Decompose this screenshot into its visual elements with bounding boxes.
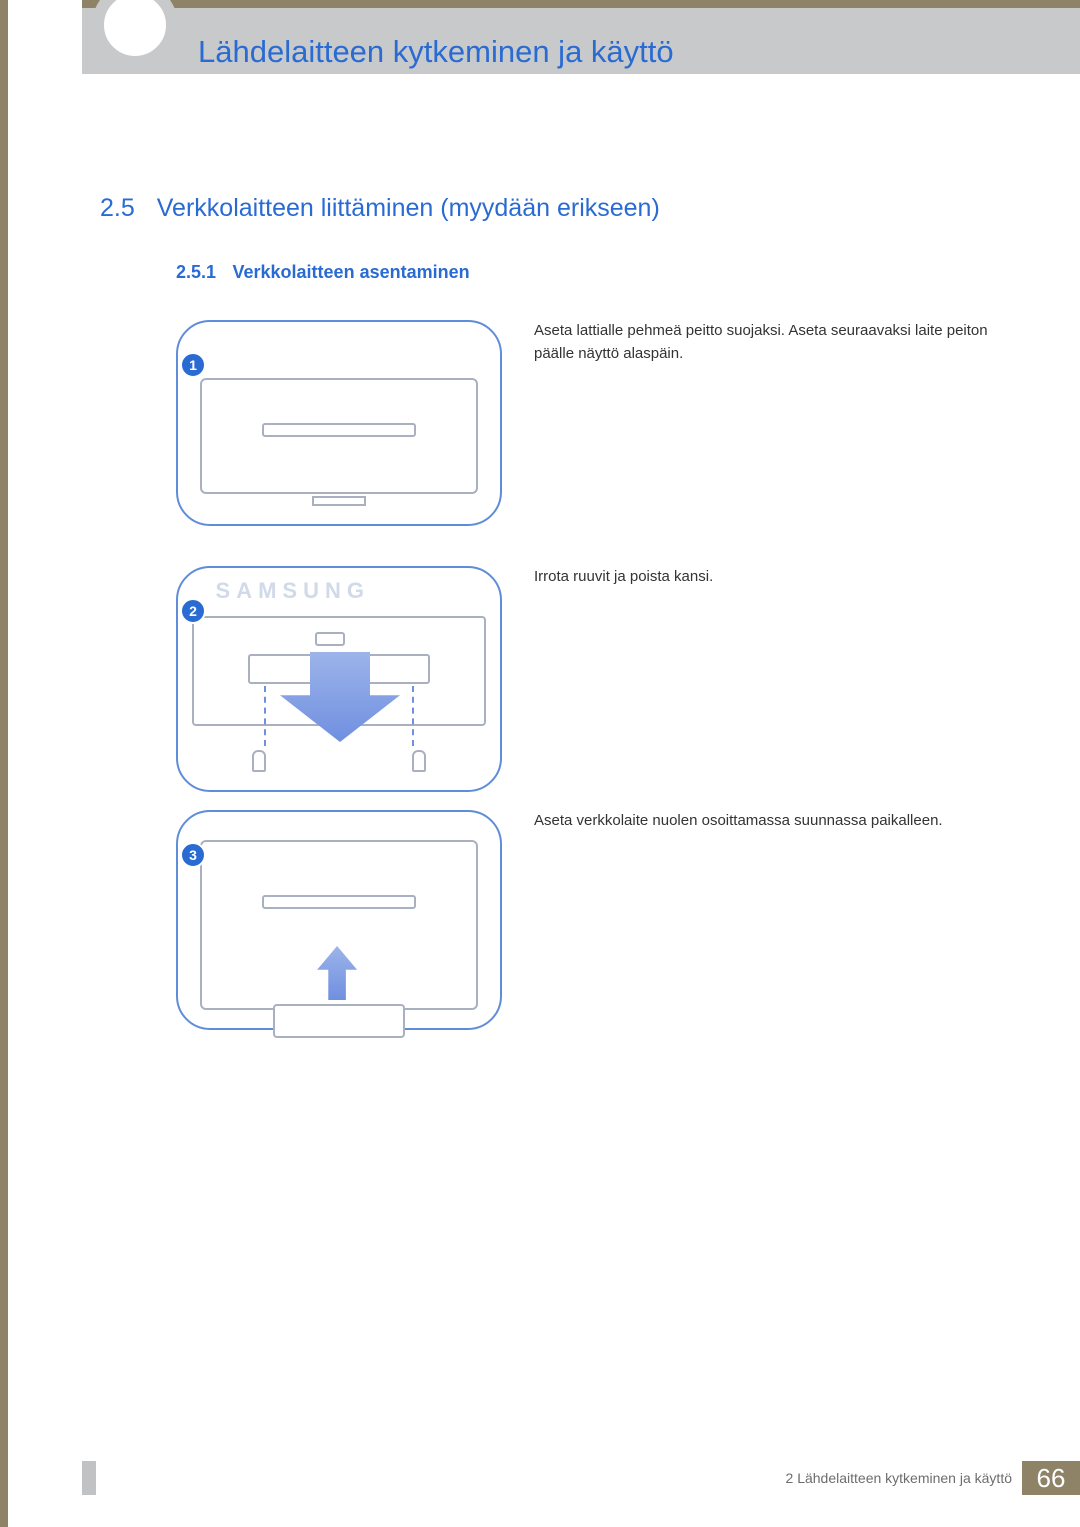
step-3-text: Aseta verkkolaite nuolen osoittamassa su… [534,810,1014,1030]
edge-left-strip [0,0,8,1527]
step-2-figure: 2 SAMSUNG [176,566,502,792]
chapter-title: Lähdelaitteen kytkeminen ja käyttö [198,34,674,70]
arrow-up-icon [317,946,357,1000]
control-icon [315,632,345,646]
page: Lähdelaitteen kytkeminen ja käyttö 2.5 V… [0,0,1080,1527]
footer-strip [82,1461,96,1495]
step-1-text: Aseta lattialle pehmeä peitto suojaksi. … [534,320,1014,526]
screw-icon [252,750,266,772]
step-3-figure: 3 [176,810,502,1030]
section-heading: 2.5 Verkkolaitteen liittäminen (myydään … [100,194,660,223]
subsection-title: Verkkolaitteen asentaminen [233,262,470,282]
subsection-number: 2.5.1 [176,262,216,282]
monitor-slot-icon [262,423,415,437]
monitor-stand-icon [312,496,367,506]
step-2: 2 SAMSUNG Irrota ruuvit ja poista kansi. [176,566,1014,792]
step-badge: 3 [180,842,206,868]
guide-line-icon [264,686,266,746]
edge-top-strip [82,0,1080,8]
brand-text: SAMSUNG [216,578,370,604]
guide-line-icon [412,686,414,746]
step-2-text: Irrota ruuvit ja poista kansi. [534,566,1014,792]
page-number: 66 [1022,1461,1080,1495]
section-number: 2.5 [100,194,135,223]
monitor-outline-icon [200,378,478,494]
footer-chapter-ref: 2 Lähdelaitteen kytkeminen ja käyttö [786,1470,1022,1486]
step-badge: 1 [180,352,206,378]
footer: 2 Lähdelaitteen kytkeminen ja käyttö 66 [82,1461,1080,1495]
step-badge: 2 [180,598,206,624]
screw-icon [412,750,426,772]
cover-removal-icon: SAMSUNG [192,576,486,776]
step-1-figure: 1 [176,320,502,526]
monitor-slot-icon [262,895,415,909]
subsection-heading: 2.5.1 Verkkolaitteen asentaminen [176,262,470,283]
section-title: Verkkolaitteen liittäminen (myydään erik… [157,194,660,223]
insert-device-icon [200,840,478,1010]
step-3: 3 Aseta verkkolaite nuolen osoittamassa … [176,810,1014,1030]
network-card-icon [273,1004,405,1038]
step-1: 1 Aseta lattialle pehmeä peitto suojaksi… [176,320,1014,526]
